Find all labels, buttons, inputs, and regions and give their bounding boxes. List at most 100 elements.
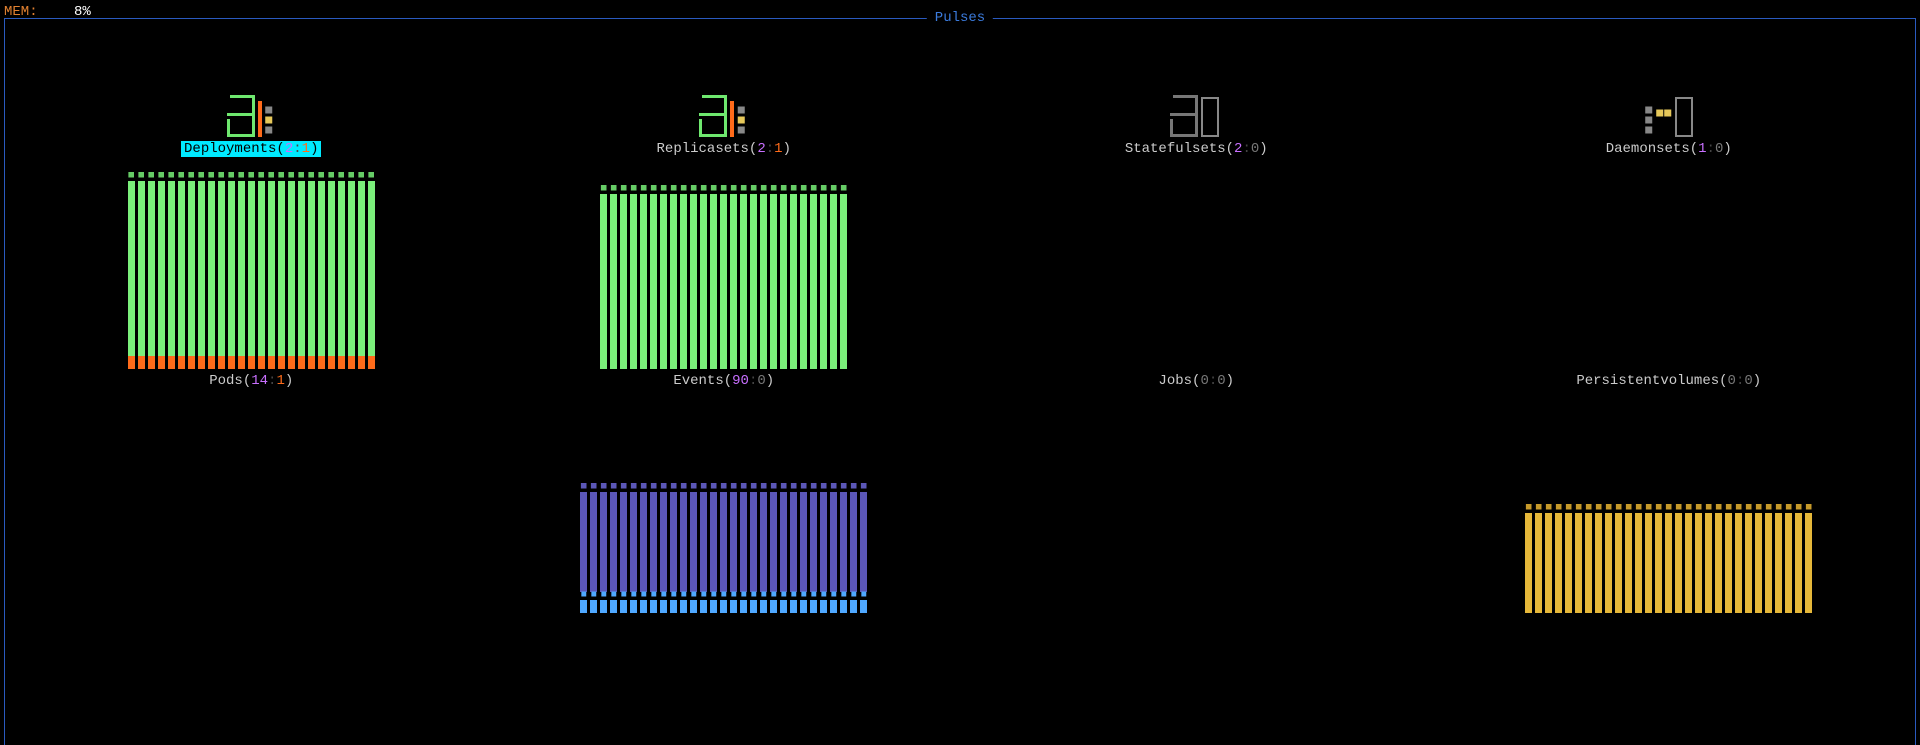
chart-row3-1: ⯀ ⯀ ⯀ ⯀ ⯀ ⯀ ⯀ ⯀ ⯀ ⯀	[488, 393, 961, 613]
bar: ⯀ ⯀	[750, 484, 757, 613]
bar: ⯀	[730, 186, 737, 369]
bar: ⯀	[288, 173, 295, 369]
chart-row3-2	[960, 393, 1433, 613]
chart-label: Pods(14:1)	[209, 373, 293, 389]
bar: ⯀	[1555, 505, 1562, 613]
bar: ⯀ ⯀	[830, 484, 837, 613]
bar: ⯀	[1535, 505, 1542, 613]
bar: ⯀	[1695, 505, 1702, 613]
bar: ⯀	[610, 186, 617, 369]
bar: ⯀	[298, 173, 305, 369]
chart-row3-3: ⯀ ⯀ ⯀ ⯀ ⯀	[1433, 393, 1906, 613]
bar: ⯀	[208, 173, 215, 369]
bar: ⯀	[840, 186, 847, 369]
summary-row: ⯀ ⯀ ⯀ Deployments(2:1) ⯀ ⯀ ⯀ Replicasets…	[15, 57, 1905, 157]
summary-label: Statefulsets(2:0)	[1125, 141, 1268, 157]
bar: ⯀	[710, 186, 717, 369]
bar: ⯀ ⯀	[720, 484, 727, 613]
chart-persistentvolumes[interactable]: Persistentvolumes(0:0)	[1433, 169, 1906, 389]
bar: ⯀	[368, 173, 375, 369]
bar: ⯀	[670, 186, 677, 369]
bar: ⯀	[1705, 505, 1712, 613]
bar: ⯀ ⯀	[740, 484, 747, 613]
bar: ⯀	[1765, 505, 1772, 613]
bar: ⯀	[660, 186, 667, 369]
chart-label: Jobs(0:0)	[1158, 373, 1234, 389]
bar: ⯀	[750, 186, 757, 369]
bar: ⯀	[700, 186, 707, 369]
bar: ⯀	[168, 173, 175, 369]
bar: ⯀	[1585, 505, 1592, 613]
bar: ⯀	[1755, 505, 1762, 613]
summary-label: Deployments(2:1)	[181, 141, 321, 157]
bar: ⯀	[258, 173, 265, 369]
bar: ⯀	[128, 173, 135, 369]
bar: ⯀	[1565, 505, 1572, 613]
bar: ⯀ ⯀	[840, 484, 847, 613]
bar: ⯀	[830, 186, 837, 369]
bar: ⯀ ⯀	[780, 484, 787, 613]
bar: ⯀	[1785, 505, 1792, 613]
summary-deployments[interactable]: ⯀ ⯀ ⯀ Deployments(2:1)	[15, 57, 488, 157]
bar: ⯀	[820, 186, 827, 369]
bar: ⯀	[720, 186, 727, 369]
summary-statefulsets[interactable]: Statefulsets(2:0)	[960, 57, 1433, 157]
bar: ⯀	[760, 186, 767, 369]
summary-label: Daemonsets(1:0)	[1606, 141, 1732, 157]
bar: ⯀ ⯀	[620, 484, 627, 613]
bar: ⯀ ⯀	[600, 484, 607, 613]
bar: ⯀	[680, 186, 687, 369]
bar-chart: ⯀ ⯀ ⯀ ⯀ ⯀ ⯀	[15, 179, 488, 369]
summary-replicasets[interactable]: ⯀ ⯀ ⯀ Replicasets(2:1)	[488, 57, 961, 157]
bar: ⯀ ⯀	[700, 484, 707, 613]
bar: ⯀	[600, 186, 607, 369]
digit-icon: ⯀ ⯀ ⯀	[702, 93, 745, 137]
bar-chart-empty	[960, 179, 1433, 369]
bar: ⯀	[338, 173, 345, 369]
bar: ⯀	[1715, 505, 1722, 613]
bar: ⯀	[148, 173, 155, 369]
bar: ⯀	[158, 173, 165, 369]
bar: ⯀ ⯀	[820, 484, 827, 613]
chart-pods[interactable]: ⯀ ⯀ ⯀ ⯀ ⯀ ⯀	[15, 169, 488, 389]
digit-icon: ⯀ ⯀ ⯀	[230, 93, 273, 137]
bar: ⯀	[1735, 505, 1742, 613]
bar: ⯀ ⯀	[580, 484, 587, 613]
bar: ⯀ ⯀	[650, 484, 657, 613]
bar: ⯀	[640, 186, 647, 369]
bar: ⯀	[800, 186, 807, 369]
bar: ⯀ ⯀	[690, 484, 697, 613]
bar: ⯀ ⯀	[610, 484, 617, 613]
digit-icon	[1173, 93, 1219, 137]
bar: ⯀	[1805, 505, 1812, 613]
bar: ⯀	[1625, 505, 1632, 613]
bar: ⯀	[1655, 505, 1662, 613]
bar: ⯀	[1725, 505, 1732, 613]
bar: ⯀	[650, 186, 657, 369]
bar: ⯀ ⯀	[730, 484, 737, 613]
chart-row3-0	[15, 393, 488, 613]
bar: ⯀	[630, 186, 637, 369]
chart-events[interactable]: ⯀ ⯀ ⯀ ⯀ ⯀ ⯀	[488, 169, 961, 389]
bar: ⯀ ⯀	[810, 484, 817, 613]
chart-jobs[interactable]: Jobs(0:0)	[960, 169, 1433, 389]
bar: ⯀	[1645, 505, 1652, 613]
bar: ⯀ ⯀	[710, 484, 717, 613]
bar: ⯀	[358, 173, 365, 369]
charts-row: ⯀ ⯀ ⯀ ⯀ ⯀ ⯀	[15, 169, 1905, 389]
bar: ⯀	[770, 186, 777, 369]
bar: ⯀	[268, 173, 275, 369]
summary-daemonsets[interactable]: ⯀ ⯀ ⯀ ⯀⯀ Daemonsets(1:0)	[1433, 57, 1906, 157]
bar: ⯀	[178, 173, 185, 369]
bar-chart: ⯀ ⯀ ⯀ ⯀ ⯀ ⯀ ⯀ ⯀ ⯀ ⯀	[488, 503, 961, 613]
bar: ⯀ ⯀	[590, 484, 597, 613]
bar: ⯀	[328, 173, 335, 369]
bar: ⯀ ⯀	[680, 484, 687, 613]
bar: ⯀	[620, 186, 627, 369]
bar: ⯀	[690, 186, 697, 369]
bar: ⯀	[188, 173, 195, 369]
bar-chart: ⯀ ⯀ ⯀ ⯀ ⯀ ⯀	[488, 179, 961, 369]
bar: ⯀ ⯀	[860, 484, 867, 613]
bar: ⯀	[248, 173, 255, 369]
bar: ⯀	[348, 173, 355, 369]
